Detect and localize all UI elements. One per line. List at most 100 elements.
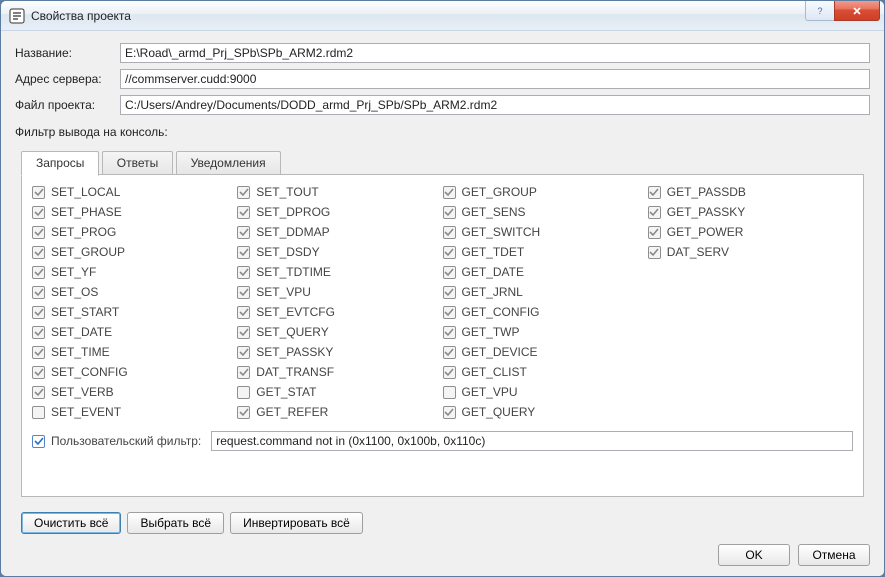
checkbox-label: GET_PASSDB xyxy=(667,185,746,199)
filter-checkbox[interactable]: GET_SENS xyxy=(443,205,648,219)
dialog-buttons: OK Отмена xyxy=(15,544,870,566)
name-label: Название: xyxy=(15,46,120,60)
checkbox-icon xyxy=(237,266,250,279)
checkbox-icon xyxy=(443,226,456,239)
filter-checkbox[interactable]: SET_TIME xyxy=(32,345,237,359)
filter-checkbox[interactable]: GET_TDET xyxy=(443,245,648,259)
checkbox-label: SET_GROUP xyxy=(51,245,125,259)
filter-checkbox[interactable]: SET_DDMAP xyxy=(237,225,442,239)
filter-checkbox[interactable]: SET_EVENT xyxy=(32,405,237,419)
tab-replies[interactable]: Ответы xyxy=(102,151,173,174)
filter-checkbox[interactable]: GET_GROUP xyxy=(443,185,648,199)
checkbox-icon xyxy=(32,406,45,419)
filter-checkbox[interactable]: GET_JRNL xyxy=(443,285,648,299)
filter-checkbox[interactable]: SET_PASSKY xyxy=(237,345,442,359)
checkbox-icon xyxy=(648,226,661,239)
checkbox-icon xyxy=(237,186,250,199)
filter-checkbox[interactable]: GET_DEVICE xyxy=(443,345,648,359)
filter-checkbox[interactable]: SET_OS xyxy=(32,285,237,299)
checkbox-label: GET_CLIST xyxy=(462,365,527,379)
tabs: Запросы Ответы Уведомления xyxy=(21,151,870,175)
filter-checkbox[interactable]: SET_CONFIG xyxy=(32,365,237,379)
filter-checkbox[interactable]: GET_PASSDB xyxy=(648,185,853,199)
name-row: Название: xyxy=(15,43,870,63)
cancel-button[interactable]: Отмена xyxy=(798,544,870,566)
select-all-button[interactable]: Выбрать всё xyxy=(127,512,224,534)
filter-box: Запросы Ответы Уведомления SET_LOCAL SET_… xyxy=(15,145,870,534)
checkbox-icon xyxy=(32,246,45,259)
checkbox-label: GET_SENS xyxy=(462,205,526,219)
checkbox-label: GET_STAT xyxy=(256,385,316,399)
filter-checkbox[interactable]: SET_DATE xyxy=(32,325,237,339)
checkbox-label: SET_TOUT xyxy=(256,185,318,199)
checkbox-label: SET_PASSKY xyxy=(256,345,333,359)
checkbox-label: GET_REFER xyxy=(256,405,328,419)
content-area: Название: Адрес сервера: Файл проекта: Ф… xyxy=(1,31,884,576)
checkbox-label: SET_EVENT xyxy=(51,405,121,419)
filter-checkbox[interactable]: GET_TWP xyxy=(443,325,648,339)
filter-checkbox[interactable]: GET_POWER xyxy=(648,225,853,239)
filter-checkbox[interactable]: SET_TOUT xyxy=(237,185,442,199)
projfile-input[interactable] xyxy=(120,95,870,115)
filter-checkbox[interactable]: GET_REFER xyxy=(237,405,442,419)
checkbox-icon xyxy=(32,326,45,339)
checkbox-icon xyxy=(648,246,661,259)
projfile-row: Файл проекта: xyxy=(15,95,870,115)
filter-checkbox[interactable]: SET_START xyxy=(32,305,237,319)
filter-checkbox[interactable]: GET_CONFIG xyxy=(443,305,648,319)
checkbox-icon xyxy=(237,246,250,259)
projfile-label: Файл проекта: xyxy=(15,98,120,112)
checkbox-icon xyxy=(237,286,250,299)
ok-button[interactable]: OK xyxy=(718,544,790,566)
filter-checkbox[interactable]: SET_DSDY xyxy=(237,245,442,259)
checkbox-icon xyxy=(648,206,661,219)
help-button[interactable]: ? xyxy=(805,1,835,21)
checkbox-label: SET_START xyxy=(51,305,119,319)
titlebar[interactable]: Свойства проекта ? xyxy=(1,1,884,31)
checkbox-icon xyxy=(32,226,45,239)
filter-checkbox[interactable]: SET_LOCAL xyxy=(32,185,237,199)
filter-checkbox[interactable]: GET_STAT xyxy=(237,385,442,399)
checkbox-icon xyxy=(648,186,661,199)
server-input[interactable] xyxy=(120,69,870,89)
checkbox-icon xyxy=(443,286,456,299)
filter-checkbox[interactable]: DAT_TRANSF xyxy=(237,365,442,379)
filter-checkbox[interactable]: SET_QUERY xyxy=(237,325,442,339)
user-filter-checkbox[interactable]: Пользовательский фильтр: xyxy=(32,434,201,448)
filter-checkbox[interactable]: SET_DPROG xyxy=(237,205,442,219)
filter-checkbox[interactable]: SET_GROUP xyxy=(32,245,237,259)
filter-checkbox[interactable]: SET_PHASE xyxy=(32,205,237,219)
app-icon xyxy=(9,8,25,24)
filter-checkbox[interactable]: GET_CLIST xyxy=(443,365,648,379)
filter-checkbox[interactable]: GET_VPU xyxy=(443,385,648,399)
filter-checkbox[interactable]: SET_VERB xyxy=(32,385,237,399)
name-input[interactable] xyxy=(120,43,870,63)
filter-checkbox[interactable]: SET_PROG xyxy=(32,225,237,239)
filter-checkbox[interactable]: SET_TDTIME xyxy=(237,265,442,279)
invert-all-button[interactable]: Инвертировать всё xyxy=(230,512,363,534)
checkbox-label: SET_DATE xyxy=(51,325,112,339)
filter-checkbox[interactable]: GET_PASSKY xyxy=(648,205,853,219)
checkbox-icon xyxy=(237,386,250,399)
checkbox-icon xyxy=(237,306,250,319)
filter-checkbox[interactable]: GET_QUERY xyxy=(443,405,648,419)
tab-notifications[interactable]: Уведомления xyxy=(176,151,281,174)
filter-section-label: Фильтр вывода на консоль: xyxy=(15,125,870,139)
filter-checkbox[interactable]: GET_DATE xyxy=(443,265,648,279)
checkbox-icon xyxy=(32,206,45,219)
clear-all-button[interactable]: Очистить всё xyxy=(21,512,121,534)
close-button[interactable] xyxy=(834,1,880,21)
filter-checkbox[interactable]: SET_EVTCFG xyxy=(237,305,442,319)
filter-checkbox[interactable]: GET_SWITCH xyxy=(443,225,648,239)
tab-requests[interactable]: Запросы xyxy=(21,151,99,176)
filter-checkbox[interactable]: SET_VPU xyxy=(237,285,442,299)
checkbox-icon xyxy=(237,366,250,379)
user-filter-row: Пользовательский фильтр: xyxy=(32,431,853,451)
checkbox-label: GET_QUERY xyxy=(462,405,536,419)
checkbox-label: SET_DPROG xyxy=(256,205,330,219)
filter-checkbox[interactable]: DAT_SERV xyxy=(648,245,853,259)
checkbox-icon xyxy=(443,406,456,419)
checkbox-icon xyxy=(443,326,456,339)
user-filter-input[interactable] xyxy=(211,431,853,451)
filter-checkbox[interactable]: SET_YF xyxy=(32,265,237,279)
